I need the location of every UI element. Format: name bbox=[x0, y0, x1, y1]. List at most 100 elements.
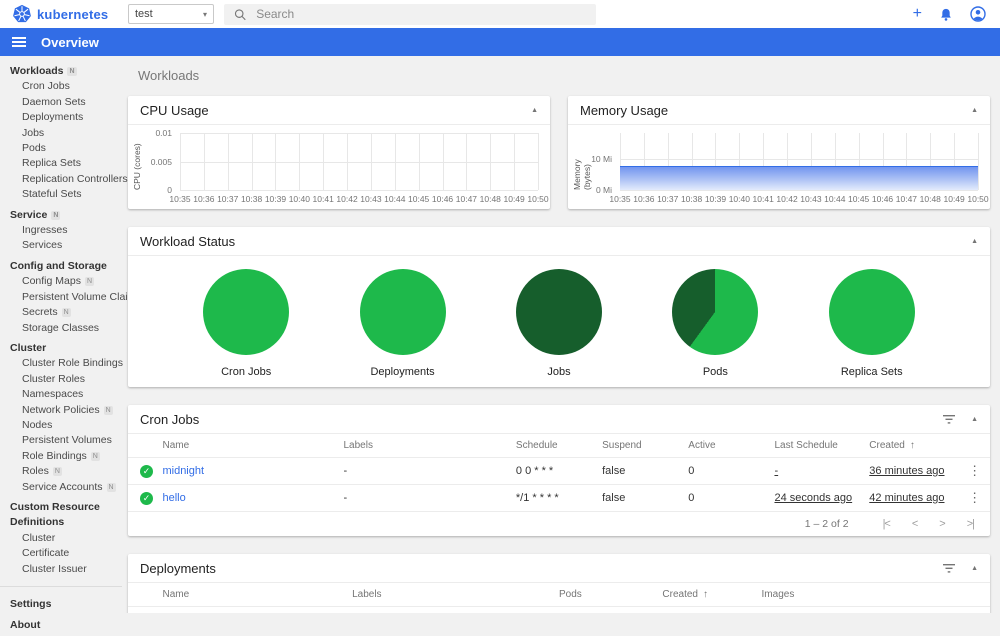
namespace-selector[interactable]: test ▾ bbox=[128, 4, 214, 24]
column-header-schedule[interactable]: Schedule bbox=[515, 434, 603, 458]
resource-link[interactable]: midnight bbox=[162, 465, 204, 477]
sidebar-item-replication-controllers[interactable]: Replication Controllers bbox=[0, 172, 128, 187]
sidebar-item-services[interactable]: Services bbox=[0, 238, 122, 253]
dropdown-caret-icon: ▾ bbox=[202, 9, 207, 19]
sidebar-item-secrets[interactable]: Secrets N bbox=[0, 305, 122, 320]
sidebar-item-jobs[interactable]: Jobs bbox=[0, 126, 122, 141]
search-input[interactable] bbox=[256, 7, 586, 21]
cell-suspend: false bbox=[602, 465, 626, 477]
top-right-actions: + bbox=[913, 6, 986, 22]
sidebar-item-deployments[interactable]: Deployments bbox=[0, 110, 122, 125]
sidebar-item-ingresses[interactable]: Ingresses bbox=[0, 223, 122, 238]
hamburger-menu-icon[interactable] bbox=[12, 41, 26, 43]
column-header-created[interactable]: Created ↑ bbox=[869, 434, 965, 458]
pagination: 1 – 2 of 2 |< < > >| bbox=[128, 511, 990, 536]
previous-page-button[interactable]: < bbox=[912, 518, 919, 530]
sidebar-item-config-maps[interactable]: Config Maps N bbox=[0, 274, 122, 289]
sidebar-item-replica-sets[interactable]: Replica Sets bbox=[0, 156, 122, 171]
sidebar-item-storage-classes[interactable]: Storage Classes bbox=[0, 321, 122, 336]
x-axis-tick: 10:40 bbox=[728, 194, 750, 204]
sidebar-item-config-and-storage[interactable]: Config and Storage bbox=[0, 259, 122, 274]
resource-link[interactable]: hello bbox=[162, 492, 185, 504]
cell-suspend: false bbox=[602, 484, 689, 511]
memory-usage-title: Memory Usage bbox=[580, 103, 669, 118]
pie-label: Jobs bbox=[547, 366, 571, 378]
x-axis-tick: 10:45 bbox=[848, 194, 870, 204]
sidebar-item-namespaces[interactable]: Namespaces bbox=[0, 387, 122, 402]
cell-active: 0 bbox=[688, 484, 775, 511]
gridline bbox=[978, 133, 979, 190]
notifications-button[interactable] bbox=[939, 7, 953, 22]
sidebar-item-role-bindings[interactable]: Role Bindings N bbox=[0, 449, 122, 464]
sidebar-item-persistent-volume-claims[interactable]: Persistent Volume ClaimsN bbox=[0, 290, 155, 305]
sidebar-item-certificate[interactable]: Certificate bbox=[0, 546, 122, 561]
sidebar-item-label: Cluster Role Bindings bbox=[22, 357, 123, 370]
sidebar-item-pods[interactable]: Pods bbox=[0, 141, 122, 156]
workload-pie-deployments: Deployments bbox=[343, 269, 463, 378]
account-button[interactable] bbox=[970, 6, 986, 22]
sidebar-item-network-policies[interactable]: Network Policies N bbox=[0, 403, 122, 418]
column-header-active[interactable]: Active bbox=[688, 434, 775, 458]
create-resource-button[interactable]: + bbox=[913, 6, 922, 22]
column-header-last-schedule[interactable]: Last Schedule bbox=[774, 434, 870, 458]
sidebar-item-stateful-sets[interactable]: Stateful Sets bbox=[0, 187, 122, 202]
sidebar-item-daemon-sets[interactable]: Daemon Sets bbox=[0, 95, 122, 110]
x-axis-tick: 10:46 bbox=[871, 194, 894, 204]
column-header-images[interactable]: Images bbox=[761, 583, 960, 607]
row-menu-button[interactable]: ⋮ bbox=[964, 463, 985, 478]
relative-time: 24 seconds ago bbox=[774, 492, 853, 504]
next-page-button[interactable]: > bbox=[939, 518, 946, 530]
column-header-labels[interactable]: Labels bbox=[352, 583, 559, 607]
sidebar-item-cron-jobs[interactable]: Cron Jobs bbox=[0, 79, 122, 94]
collapse-icon[interactable]: ▲ bbox=[971, 238, 978, 245]
sidebar-item-label: Cluster Issuer bbox=[22, 562, 87, 575]
column-header-pods[interactable]: Pods bbox=[558, 583, 663, 607]
y-axis-tick: 0.005 bbox=[150, 156, 172, 167]
x-axis-tick: 10:44 bbox=[824, 194, 846, 204]
sidebar-item-cluster[interactable]: Cluster bbox=[0, 531, 122, 546]
sidebar-item-cluster[interactable]: Cluster bbox=[0, 341, 122, 356]
table-row: ✓ midnight - 0 0 * * * false 0 - 36 minutes ago… bbox=[128, 458, 990, 485]
collapse-icon[interactable]: ▲ bbox=[531, 107, 538, 114]
sidebar-item-workloads[interactable]: Workloads N bbox=[0, 64, 122, 79]
sidebar-item-custom-resource-definitions[interactable]: Custom Resource Definitions bbox=[0, 500, 122, 531]
row-menu-button[interactable]: ⋮ bbox=[964, 490, 985, 505]
pie-label: Deployments bbox=[370, 366, 435, 378]
pie-label: Cron Jobs bbox=[221, 366, 272, 378]
sidebar-item-cluster-issuer[interactable]: Cluster Issuer bbox=[0, 562, 122, 577]
cell-last-schedule: - bbox=[774, 458, 869, 485]
filter-icon[interactable] bbox=[943, 415, 956, 424]
sidebar-item-label: Stateful Sets bbox=[22, 188, 82, 201]
sidebar-item-service-accounts[interactable]: Service Accounts N bbox=[0, 480, 122, 495]
sidebar-item-nodes[interactable]: Nodes bbox=[0, 418, 122, 433]
sidebar-item-settings[interactable]: Settings bbox=[0, 594, 122, 615]
column-header-created[interactable]: Created ↑ bbox=[662, 583, 762, 607]
sidebar-item-about[interactable]: About bbox=[0, 615, 122, 636]
cell-name: hello bbox=[162, 484, 344, 511]
sidebar-item-service[interactable]: Service N bbox=[0, 208, 122, 223]
collapse-icon[interactable]: ▲ bbox=[971, 565, 978, 572]
column-header-name[interactable]: Name bbox=[162, 583, 353, 607]
last-page-button[interactable]: >| bbox=[967, 518, 975, 530]
sidebar-item-persistent-volumes[interactable]: Persistent Volumes bbox=[0, 433, 122, 448]
collapse-icon[interactable]: ▲ bbox=[971, 416, 978, 423]
memory-y-axis-label: Memory (bytes) bbox=[572, 159, 592, 190]
sidebar-item-cluster-role-bindings[interactable]: Cluster Role Bindings bbox=[0, 356, 123, 371]
namespaced-badge: N bbox=[61, 308, 71, 318]
collapse-icon[interactable]: ▲ bbox=[971, 107, 978, 114]
sidebar-item-cluster-roles[interactable]: Cluster Roles bbox=[0, 372, 122, 387]
sidebar-item-roles[interactable]: Roles N bbox=[0, 464, 122, 479]
cell-schedule: 0 0 * * * bbox=[515, 465, 554, 477]
sidebar: Workloads N Cron Jobs Daemon Sets Deployment… bbox=[0, 56, 155, 631]
column-header-suspend[interactable]: Suspend bbox=[602, 434, 689, 458]
filter-icon[interactable] bbox=[943, 564, 956, 573]
column-header-name[interactable]: Name bbox=[162, 434, 344, 458]
kubernetes-logo[interactable]: kubernetes bbox=[12, 4, 124, 24]
memory-usage-card: Memory Usage ▲ Memory (bytes) 10 Mi 0 Mi … bbox=[568, 96, 990, 209]
first-page-button[interactable]: |< bbox=[883, 518, 891, 530]
x-axis-tick: 10:47 bbox=[895, 194, 918, 204]
sidebar-item-label: Cluster Roles bbox=[22, 372, 86, 385]
x-axis-tick: 10:40 bbox=[288, 194, 310, 204]
search-bar[interactable] bbox=[224, 3, 596, 25]
column-header-labels[interactable]: Labels bbox=[343, 434, 516, 458]
